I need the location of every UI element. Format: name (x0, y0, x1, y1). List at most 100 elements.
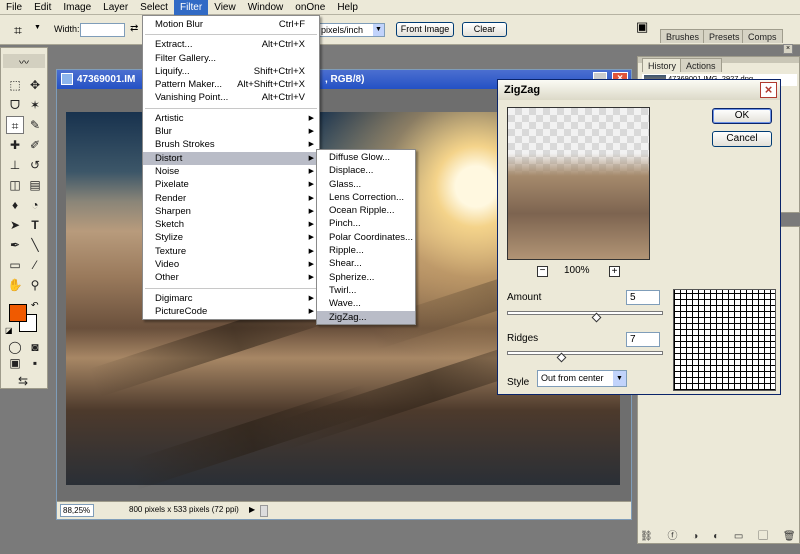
history-brush-icon[interactable]: ↺ (26, 156, 44, 174)
menu-item-noise[interactable]: Noise ▶ (143, 165, 319, 178)
ridges-slider-thumb[interactable] (556, 352, 567, 363)
menu-item-distort[interactable]: Distort ▶ (143, 151, 319, 165)
menu-help[interactable]: Help (331, 0, 364, 15)
palette-well-icon[interactable]: ▣ (636, 19, 648, 35)
menu-edit[interactable]: Edit (28, 0, 57, 15)
menu-filter[interactable]: Filter (173, 0, 209, 15)
magic-wand-tool-icon[interactable]: ✶ (26, 96, 44, 114)
slice-tool-icon[interactable]: ✎ (26, 116, 44, 134)
fullscreen-mode-icon[interactable]: ▪ (26, 354, 44, 372)
menu-item-brush-strokes[interactable]: Brush Strokes ▶ (143, 138, 319, 151)
menu-item-sketch[interactable]: Sketch ▶ (143, 218, 319, 231)
ridges-input[interactable]: 7 (626, 332, 660, 347)
menu-item-digimarc[interactable]: Digimarc ▶ (143, 292, 319, 305)
clear-button[interactable]: Clear (462, 22, 507, 37)
marquee-tool-icon[interactable]: ⬚ (6, 76, 24, 94)
menu-window[interactable]: Window (242, 0, 290, 15)
menu-item-diffuse-glow[interactable]: Diffuse Glow... (317, 151, 415, 164)
zoom-tool-icon[interactable]: ⚲ (26, 276, 44, 294)
type-tool-icon[interactable]: T (26, 216, 44, 234)
zoom-field[interactable]: 88,25% (60, 504, 94, 517)
menu-item-shear[interactable]: Shear... (317, 257, 415, 270)
menu-item-texture[interactable]: Texture ▶ (143, 245, 319, 258)
menu-item-liquify[interactable]: Liquify... Shift+Ctrl+X (143, 65, 319, 78)
menu-layer[interactable]: Layer (97, 0, 134, 15)
amount-input[interactable]: 5 (626, 290, 660, 305)
front-image-button[interactable]: Front Image (396, 22, 454, 37)
line-tool-icon[interactable]: ╲ (26, 236, 44, 254)
menu-onone[interactable]: onOne (289, 0, 331, 15)
resolution-unit-select[interactable]: pixels/inch ▼ (318, 23, 385, 37)
crop-tool-icon[interactable]: ⌗ (14, 22, 22, 39)
crop-tool-selected-icon[interactable]: ⌗ (6, 116, 24, 134)
jump-to-imageready-icon[interactable]: ⇆ (14, 372, 32, 390)
tab-actions[interactable]: Actions (680, 58, 722, 72)
menu-item-twirl[interactable]: Twirl... (317, 284, 415, 297)
tool-preset-dropdown-icon[interactable]: ▼ (34, 24, 41, 31)
lasso-tool-icon[interactable]: ᗜ (6, 96, 24, 114)
swap-icon[interactable]: ⇄ (130, 23, 138, 34)
pen-tool-icon[interactable]: ✒ (6, 236, 24, 254)
info-arrow-icon[interactable]: ▶ (249, 505, 255, 514)
ok-button[interactable]: OK (712, 108, 772, 124)
menu-item-other[interactable]: Other ▶ (143, 271, 319, 284)
chevron-down-icon[interactable]: ▼ (613, 371, 626, 386)
menu-item-blur[interactable]: Blur ▶ (143, 125, 319, 138)
blur-tool-icon[interactable]: ♦ (6, 196, 24, 214)
menu-item-artistic[interactable]: Artistic ▶ (143, 112, 319, 125)
ridges-slider[interactable] (507, 351, 663, 363)
menu-item-glass[interactable]: Glass... (317, 178, 415, 191)
menu-item-ocean-ripple[interactable]: Ocean Ripple... (317, 204, 415, 217)
tab-history[interactable]: History (642, 58, 683, 72)
notes-tool-icon[interactable]: ▭ (6, 256, 24, 274)
menu-item-vanishing-point[interactable]: Vanishing Point... Alt+Ctrl+V (143, 91, 319, 104)
menu-item-render[interactable]: Render ▶ (143, 192, 319, 205)
path-selection-icon[interactable]: ➤ (6, 216, 24, 234)
zoom-out-button[interactable]: − (537, 266, 548, 277)
amount-slider-thumb[interactable] (591, 312, 602, 323)
hand-tool-icon[interactable]: ✋ (6, 276, 24, 294)
swap-colors-icon[interactable]: ↶ (31, 300, 39, 311)
gradient-tool-icon[interactable]: ▤ (26, 176, 44, 194)
dialog-close-icon[interactable]: × (760, 82, 777, 98)
menu-item-picturecode[interactable]: PictureCode ▶ (143, 305, 319, 318)
tab-brushes[interactable]: Brushes (660, 29, 706, 43)
healing-brush-icon[interactable]: ✚ (6, 136, 24, 154)
menu-item-last-filter[interactable]: Motion Blur Ctrl+F (143, 18, 319, 31)
zoom-in-button[interactable]: + (609, 266, 620, 277)
menu-select[interactable]: Select (134, 0, 174, 15)
menu-item-zigzag[interactable]: ZigZag... (317, 310, 415, 324)
menu-item-displace[interactable]: Displace... (317, 164, 415, 177)
layer-buttons-icon[interactable]: ⛓ ⓕ ◑ ◐ ▭ ▢ 🗑 (640, 527, 800, 542)
menu-item-pixelate[interactable]: Pixelate ▶ (143, 178, 319, 191)
menu-item-pattern-maker[interactable]: Pattern Maker... Alt+Shift+Ctrl+X (143, 78, 319, 91)
menu-item-extract[interactable]: Extract... Alt+Ctrl+X (143, 38, 319, 51)
menu-image[interactable]: Image (57, 0, 97, 15)
default-colors-icon[interactable]: ◪ (5, 326, 13, 335)
clone-stamp-icon[interactable]: ⊥ (6, 156, 24, 174)
menu-item-lens-correction[interactable]: Lens Correction... (317, 191, 415, 204)
menu-file[interactable]: File (0, 0, 28, 15)
menu-item-ripple[interactable]: Ripple... (317, 244, 415, 257)
filter-preview[interactable] (507, 107, 650, 260)
amount-slider[interactable] (507, 311, 663, 323)
screen-mode-icon[interactable]: ▣ (6, 354, 24, 372)
menu-item-wave[interactable]: Wave... (317, 297, 415, 310)
dodge-tool-icon[interactable]: ◔ (26, 196, 44, 214)
menu-item-pinch[interactable]: Pinch... (317, 217, 415, 230)
eraser-tool-icon[interactable]: ◫ (6, 176, 24, 194)
move-tool-icon[interactable]: ✥ (26, 76, 44, 94)
eyedropper-tool-icon[interactable]: ⁄ (26, 256, 44, 274)
tab-tool-presets[interactable]: Presets (703, 29, 746, 43)
menu-item-stylize[interactable]: Stylize ▶ (143, 231, 319, 244)
foreground-color-swatch[interactable] (9, 304, 27, 322)
style-select[interactable]: Out from center ▼ (537, 370, 627, 387)
menu-item-video[interactable]: Video ▶ (143, 258, 319, 271)
cancel-button[interactable]: Cancel (712, 131, 772, 147)
width-input[interactable] (80, 23, 125, 37)
tab-layer-comps[interactable]: Comps (742, 29, 783, 43)
menu-item-sharpen[interactable]: Sharpen ▶ (143, 205, 319, 218)
menu-item-polar-coordinates[interactable]: Polar Coordinates... (317, 231, 415, 244)
brush-tool-icon[interactable]: ✐ (26, 136, 44, 154)
scrollbar-left-icon[interactable] (260, 505, 268, 517)
